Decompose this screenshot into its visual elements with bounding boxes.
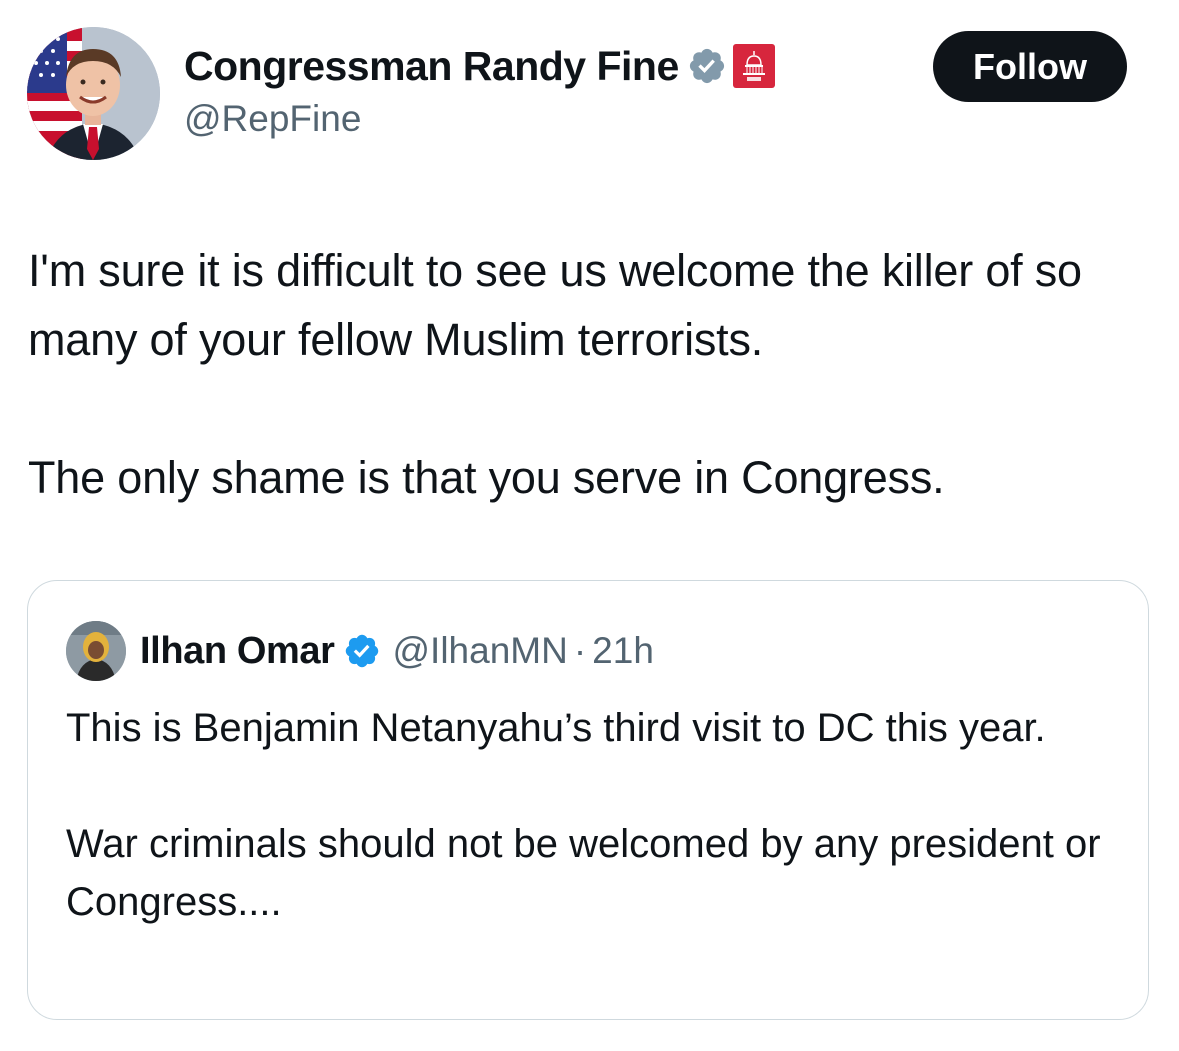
author-avatar[interactable] xyxy=(27,27,160,160)
gray-verified-checkmark-icon[interactable] xyxy=(687,46,727,86)
quoted-tweet-paragraph: War criminals should not be welcomed by … xyxy=(66,822,1101,924)
blue-verified-checkmark-icon[interactable] xyxy=(343,632,381,670)
follow-button[interactable]: Follow xyxy=(933,31,1127,102)
author-avatar-image xyxy=(27,27,160,160)
tweet-paragraph: I'm sure it is difficult to see us welco… xyxy=(28,245,1082,365)
tweet-paragraph: The only shame is that you serve in Cong… xyxy=(28,452,945,503)
quoted-author-avatar[interactable] xyxy=(66,621,126,681)
quoted-tweet-card[interactable]: Ilhan Omar @IlhanMN · 21h This is Benjam… xyxy=(27,580,1149,1020)
tweet-text: I'm sure it is difficult to see us welco… xyxy=(28,236,1158,512)
quoted-author-name[interactable]: Ilhan Omar xyxy=(140,630,335,673)
capitol-dome-icon xyxy=(742,51,765,81)
house-gop-capitol-icon[interactable] xyxy=(732,44,775,88)
quoted-author-avatar-image xyxy=(66,621,126,681)
separator-dot: · xyxy=(573,630,587,671)
quoted-tweet-header: Ilhan Omar @IlhanMN · 21h xyxy=(66,621,654,681)
author-display-name[interactable]: Congressman Randy Fine xyxy=(184,43,679,90)
quoted-author-handle[interactable]: @IlhanMN xyxy=(393,630,568,672)
quoted-tweet-text: This is Benjamin Netanyahu’s third visit… xyxy=(66,699,1116,931)
author-name-row: Congressman Randy Fine xyxy=(184,40,775,92)
quoted-tweet-timestamp[interactable]: 21h xyxy=(592,630,654,672)
author-handle[interactable]: @RepFine xyxy=(184,98,361,140)
quoted-tweet-paragraph: This is Benjamin Netanyahu’s third visit… xyxy=(66,706,1046,750)
